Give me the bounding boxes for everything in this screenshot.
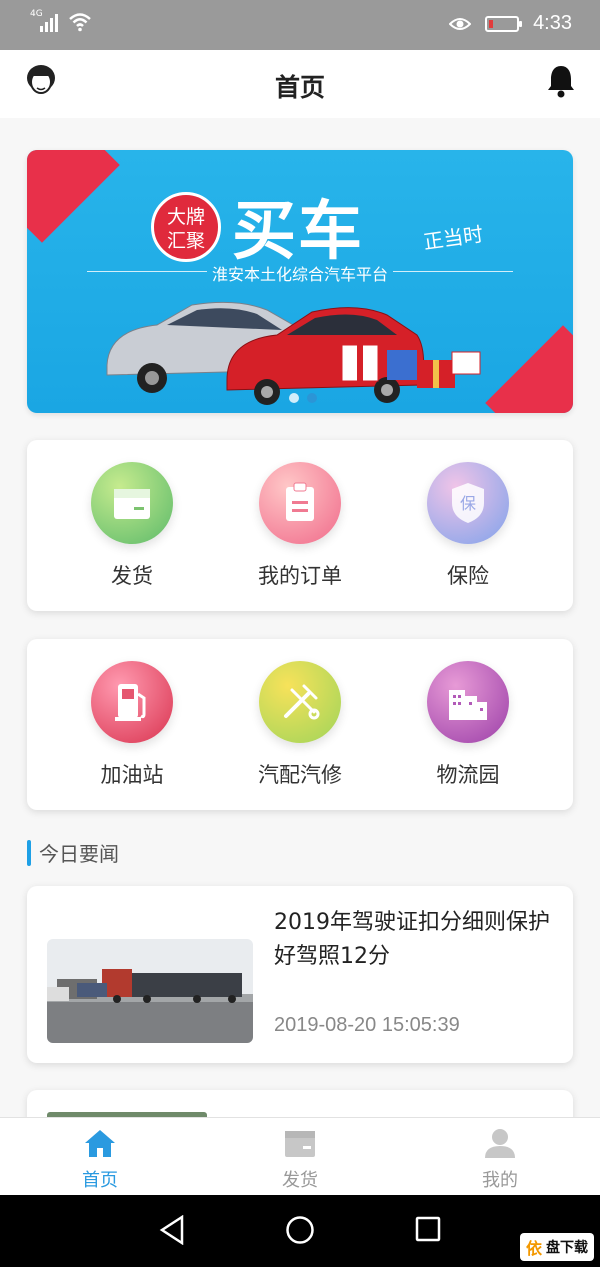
service-label: 汽配汽修 (258, 763, 342, 787)
tab-home[interactable]: 首页 (0, 1118, 200, 1195)
service-label: 发货 (111, 564, 153, 588)
news-thumbnail (47, 939, 253, 1043)
service-insurance[interactable]: 保 保险 (398, 462, 538, 590)
service-label: 物流园 (436, 763, 500, 787)
network-type: 4G (30, 9, 43, 19)
wifi-icon (69, 13, 91, 32)
order-icon (259, 462, 341, 544)
banner-corner-decoration (27, 150, 120, 243)
service-logistics-park[interactable]: 物流园 (398, 661, 538, 789)
service-my-orders[interactable]: 我的订单 (230, 462, 370, 590)
tab-ship[interactable]: 发货 (200, 1118, 400, 1195)
banner-pager[interactable] (289, 393, 317, 403)
bottom-tab-bar: 首页 发货 我的 (0, 1117, 600, 1195)
buildings-icon (427, 661, 509, 743)
news-card[interactable]: 2019年驾驶证扣分细则保护好驾照12分 2019-08-20 15:05:39 (27, 886, 573, 1063)
tab-me[interactable]: 我的 (400, 1118, 600, 1195)
box-icon (285, 1131, 315, 1157)
banner-headline: 买车 (232, 195, 364, 269)
home-circle-icon[interactable] (285, 1215, 315, 1245)
wrench-icon (259, 661, 341, 743)
shield-icon: 保 (427, 462, 509, 544)
box-icon (91, 462, 173, 544)
watermark-text: 盘下载 (546, 1240, 588, 1256)
banner-corner-decoration (485, 325, 573, 413)
back-icon[interactable] (158, 1215, 186, 1245)
svg-text:保: 保 (460, 494, 476, 513)
status-left: 4G (30, 9, 92, 32)
service-auto-repair[interactable]: 汽配汽修 (230, 661, 370, 789)
seal-line: 大牌 (166, 206, 205, 228)
seal-line: 汇聚 (166, 230, 205, 252)
promo-banner[interactable]: 大牌 汇聚 买车 正当时 淮安本土化综合汽车平台 (27, 150, 573, 413)
banner-seal: 大牌 汇聚 (151, 192, 221, 262)
battery-icon (485, 15, 523, 32)
cars-illustration (106, 301, 481, 405)
site-watermark: 依 盘下载 (519, 1233, 594, 1261)
news-section-title: 今日要闻 (39, 842, 119, 866)
service-label: 保险 (447, 564, 489, 588)
system-navigation-bar: 依 盘下载 (0, 1195, 600, 1267)
tab-label: 我的 (482, 1170, 518, 1191)
watermark-logo: 依 (525, 1239, 542, 1258)
pager-dot[interactable] (289, 393, 299, 403)
service-gas-station[interactable]: 加油站 (62, 661, 202, 789)
service-ship[interactable]: 发货 (62, 462, 202, 590)
person-icon (485, 1129, 515, 1158)
news-headline: 2019年驾驶证扣分细则保护好驾照12分 (274, 910, 550, 969)
pager-dot-active[interactable] (307, 393, 317, 403)
banner-subtitle: 淮安本土化综合汽车平台 (211, 265, 388, 284)
news-section-header: 今日要闻 (27, 838, 119, 867)
tab-label: 首页 (82, 1170, 118, 1191)
recents-icon[interactable] (414, 1215, 442, 1245)
service-label: 加油站 (100, 763, 164, 787)
gas-pump-icon (91, 661, 173, 743)
clock: 4:33 (533, 12, 572, 34)
banner-headline-tail: 正当时 (421, 221, 485, 255)
status-bar: 4G 4:33 (0, 0, 600, 50)
home-icon (85, 1130, 115, 1157)
tab-label: 发货 (282, 1170, 318, 1191)
section-accent-bar (27, 839, 31, 866)
bell-icon[interactable] (546, 64, 576, 98)
status-right: 4:33 (449, 12, 572, 35)
service-label: 我的订单 (258, 564, 342, 588)
services-card-1: 发货 我的订单 保 保险 (27, 440, 573, 611)
eye-icon (449, 17, 472, 30)
services-card-2: 加油站 汽配汽修 物流园 (27, 639, 573, 810)
top-app-bar: 首页 (0, 50, 600, 118)
news-date: 2019-08-20 15:05:39 (274, 1014, 460, 1036)
page-title: 首页 (274, 73, 325, 102)
